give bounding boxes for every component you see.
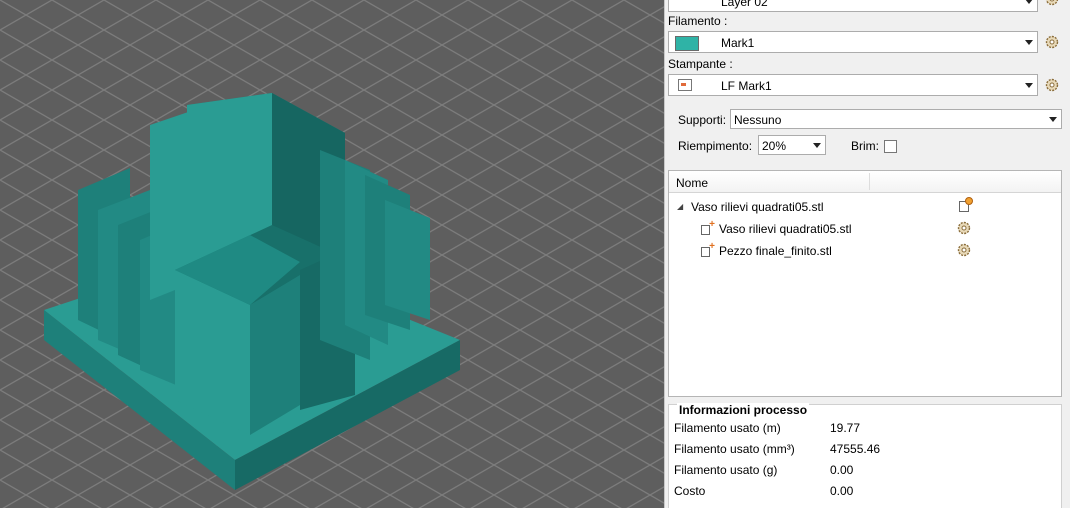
info-label: Filamento usato (m) [674,421,781,435]
tree-item-label: Pezzo finale_finito.stl [719,244,832,258]
supports-label: Supporti: [678,113,727,127]
gear-icon[interactable] [1045,0,1059,6]
settings-badge-icon [965,197,973,205]
build-plate-scene [0,0,664,508]
gear-icon[interactable] [957,221,971,235]
object-tree[interactable]: Nome ◢ Vaso rilievi quadrati05.stl Vaso … [668,170,1062,397]
printer-combo-value: LF Mark1 [721,79,772,93]
filament-combo-value: Mark1 [721,36,755,50]
printer-icon [678,79,692,91]
chevron-down-icon [1025,0,1033,4]
brim-checkbox[interactable] [884,140,897,153]
printer-combo[interactable]: LF Mark1 [668,74,1038,96]
chevron-down-icon [813,143,821,148]
gear-icon[interactable] [1045,78,1059,92]
infill-label: Riempimento: [678,139,753,153]
settings-panel: Layer 02 Filamento : Mark1 Stampante : L… [664,0,1070,508]
process-info-title: Informazioni processo [677,403,810,417]
filament-color-swatch [675,36,699,51]
info-label: Filamento usato (mm³) [674,442,795,456]
tree-header[interactable]: Nome [669,171,1061,193]
filament-label: Filamento : [668,14,728,28]
gear-icon[interactable] [1045,35,1059,49]
supports-combo-value: Nessuno [734,113,782,127]
process-info-group: Informazioni processo Filamento usato (m… [668,403,1062,508]
layer-combo-value: Layer 02 [721,0,768,9]
tree-item-label: Vaso rilievi quadrati05.stl [691,200,824,214]
column-separator [869,173,870,190]
tree-item[interactable]: Vaso rilievi quadrati05.stl [699,219,1059,241]
chevron-down-icon [1025,83,1033,88]
mesh-icon [701,241,715,257]
infill-combo[interactable]: 20% [758,135,826,155]
tree-item-label: Vaso rilievi quadrati05.stl [719,222,852,236]
filament-combo[interactable]: Mark1 [668,31,1038,53]
printer-label: Stampante : [668,57,733,71]
info-value: 47555.46 [830,442,881,456]
gear-icon[interactable] [957,243,971,257]
infill-combo-value: 20% [762,139,787,153]
mesh-icon [701,219,715,235]
chevron-down-icon [1025,40,1033,45]
info-value: 19.77 [830,421,861,435]
expand-triangle-icon[interactable]: ◢ [677,202,683,211]
brim-label: Brim: [851,139,879,153]
info-label: Costo [674,484,706,498]
tree-item[interactable]: ◢ Vaso rilievi quadrati05.stl [677,197,1057,219]
supports-combo[interactable]: Nessuno [730,109,1062,129]
tree-header-name: Nome [676,176,709,190]
info-value: 0.00 [830,484,854,498]
chevron-down-icon [1049,117,1057,122]
3d-viewport[interactable] [0,0,664,508]
info-value: 0.00 [830,463,854,477]
layer-combo[interactable]: Layer 02 [668,0,1038,12]
info-label: Filamento usato (g) [674,463,778,477]
tree-item[interactable]: Pezzo finale_finito.stl [699,241,1059,263]
